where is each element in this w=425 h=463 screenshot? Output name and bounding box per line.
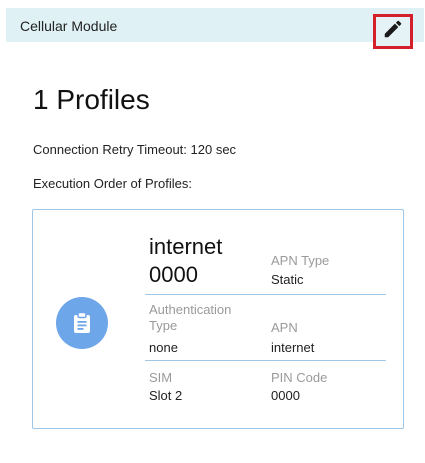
sim-value: Slot 2 xyxy=(149,388,183,403)
profile-name-line2: 0000 xyxy=(149,262,198,287)
profile-card[interactable]: internet 0000 APN Type Static Authentica… xyxy=(32,209,404,429)
pencil-icon xyxy=(382,18,404,45)
section-title: Cellular Module xyxy=(20,18,118,34)
profile-name: internet 0000 xyxy=(149,233,222,289)
apn-type-value: Static xyxy=(271,272,304,287)
execution-order-label: Execution Order of Profiles: xyxy=(33,176,192,191)
section-header: Cellular Module xyxy=(6,8,424,49)
auth-type-value: none xyxy=(149,340,178,355)
profile-name-line1: internet xyxy=(149,234,223,259)
profiles-count-title: 1 Profiles xyxy=(33,84,150,115)
apn-label: APN xyxy=(271,320,298,335)
pin-code-value: 0000 xyxy=(271,388,300,403)
auth-type-label: Authentication Type xyxy=(149,302,231,334)
cellular-module-page: Cellular Module 1 Profiles Connection Re… xyxy=(0,0,425,463)
edit-button[interactable] xyxy=(373,14,413,49)
auth-type-label-line1: Authentication xyxy=(149,302,232,317)
pin-code-label: PIN Code xyxy=(271,370,328,385)
clipboard-icon xyxy=(56,297,108,349)
retry-timeout-text: Connection Retry Timeout: 120 sec xyxy=(33,142,237,157)
card-divider xyxy=(145,360,386,361)
apn-type-label: APN Type xyxy=(271,253,330,268)
card-divider xyxy=(145,294,386,295)
sim-label: SIM xyxy=(149,370,173,385)
apn-value: internet xyxy=(271,340,315,355)
auth-type-label-line2: Type xyxy=(149,318,178,333)
